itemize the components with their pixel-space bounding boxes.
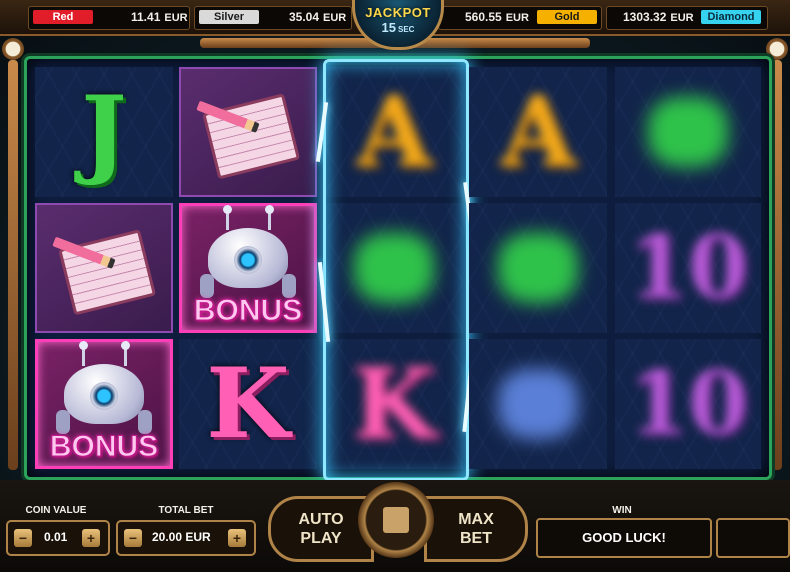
total-bet-label: TOTAL BET (158, 505, 214, 516)
coin-value-label: COIN VALUE (25, 505, 87, 516)
bonus-label: BONUS (49, 430, 159, 464)
jackpot-diamond-amount: 1303.32 EUR (623, 10, 694, 24)
jackpot-red-badge: Red (33, 10, 93, 24)
jackpot-red-amount: 11.41 EUR (131, 10, 188, 24)
symbol-bonus: BONUS (35, 339, 173, 469)
coin-value-field: − 0.01 + (6, 520, 110, 556)
symbol-notebook (35, 203, 173, 333)
robot-icon: BONUS (186, 205, 310, 328)
symbol-green-blurred (615, 67, 761, 197)
electric-reel-highlight (315, 59, 477, 481)
total-bet-field: − 20.00 EUR + (116, 520, 256, 556)
reel-1: J BONUS (35, 67, 173, 471)
total-bet-value: 20.00 EUR (152, 530, 211, 544)
symbol-ten-blurred: 10 (615, 339, 761, 469)
coin-value: 0.01 (44, 530, 68, 544)
reel-2: BONUS K (179, 67, 317, 471)
symbol-green-blurred (469, 203, 607, 333)
win-message: GOOD LUCK! (536, 518, 712, 558)
stop-icon (383, 507, 409, 533)
coin-value-plus-button[interactable]: + (82, 529, 100, 547)
reel-5: 10 10 (615, 67, 761, 471)
symbol-bonus: BONUS (179, 203, 317, 333)
symbol-a-blurred: A (469, 67, 607, 197)
win-label: WIN (612, 505, 632, 516)
jackpot-silver-amount: 35.04 EUR (289, 10, 347, 24)
coin-value-minus-button[interactable]: − (14, 529, 32, 547)
symbol-k: K (179, 339, 317, 469)
symbol-ten-blurred: 10 (615, 203, 761, 333)
right-pipe (772, 60, 782, 470)
bonus-label: BONUS (193, 294, 303, 328)
reel-4: A (469, 67, 607, 471)
spin-button[interactable] (358, 482, 434, 558)
jackpot-timer-title: JACKPOT (365, 5, 431, 20)
symbol-j: J (35, 67, 173, 197)
notebook-icon (48, 217, 161, 320)
jackpot-gold-amount: 560.55 EUR (465, 10, 529, 24)
symbol-blue-blurred (469, 339, 607, 469)
notebook-icon (192, 81, 305, 184)
jackpot-diamond-badge: Diamond (701, 10, 761, 24)
max-bet-button[interactable]: MAX BET (424, 496, 528, 562)
jackpot-gold: 560.55 EUR Gold (438, 6, 602, 30)
total-bet-plus-button[interactable]: + (228, 529, 246, 547)
reel-frame: J BONUS BONUS K A K A 10 10 (24, 56, 772, 481)
extra-panel (716, 518, 790, 558)
jackpot-red: Red 11.41 EUR (28, 6, 190, 30)
jackpot-diamond: 1303.32 EUR Diamond (606, 6, 768, 30)
total-bet-minus-button[interactable]: − (124, 529, 142, 547)
jackpot-silver-badge: Silver (199, 10, 259, 24)
left-pipe (8, 60, 18, 470)
jackpot-gold-badge: Gold (537, 10, 597, 24)
jackpot-timer-value: 15 SEC (381, 20, 415, 35)
robot-icon: BONUS (42, 341, 166, 464)
left-gauge-icon (2, 38, 24, 60)
symbol-notebook (179, 67, 317, 197)
jackpot-silver: Silver 35.04 EUR (194, 6, 352, 30)
